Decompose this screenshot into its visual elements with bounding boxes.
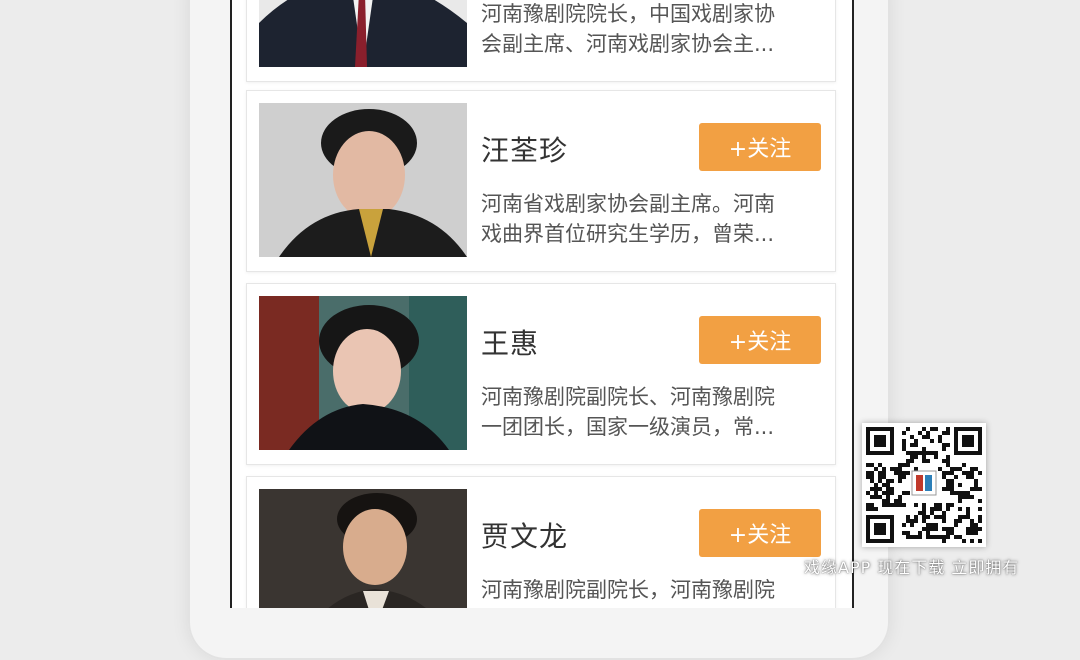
artist-desc-line: 河南省戏剧家协会副主席。河南 (481, 192, 775, 216)
follow-button[interactable]: +关注 (699, 123, 821, 171)
opera-mask-icon (911, 470, 937, 496)
artist-photo (259, 296, 467, 450)
artist-name: 贾文龙 (481, 520, 569, 553)
artist-desc-line: 河南豫剧院副院长，河南豫剧院 (481, 578, 775, 602)
qr-code (862, 423, 986, 547)
artist-name: 王惠 (481, 327, 540, 360)
list-item[interactable]: 贾文龙 +关注 河南豫剧院副院长，河南豫剧院 (246, 476, 836, 608)
follow-button[interactable]: +关注 (699, 316, 821, 364)
artist-desc-line: 一团团长，国家一级演员，常... (481, 415, 775, 439)
promo-watermark: 戏缘APP 现在下载 立即拥有 (804, 558, 1020, 577)
artist-name: 汪荃珍 (481, 134, 569, 167)
list-item[interactable]: 河南豫剧院院长，中国戏剧家协 会副主席、河南戏剧家协会主... (246, 0, 836, 82)
app-screen: 河南豫剧院院长，中国戏剧家协 会副主席、河南戏剧家协会主... 汪荃珍 +关注 … (230, 0, 854, 608)
artist-photo (259, 489, 467, 608)
artist-photo (259, 103, 467, 257)
artist-photo (259, 0, 467, 67)
artist-desc-line: 河南豫剧院副院长、河南豫剧院 (481, 385, 775, 409)
follow-button[interactable]: +关注 (699, 509, 821, 557)
artist-desc-line: 戏曲界首位研究生学历，曾荣... (481, 222, 775, 246)
artist-desc-line: 会副主席、河南戏剧家协会主... (481, 32, 775, 56)
artist-desc-line: 河南豫剧院院长，中国戏剧家协 (481, 2, 775, 26)
list-item[interactable]: 王惠 +关注 河南豫剧院副院长、河南豫剧院 一团团长，国家一级演员，常... (246, 283, 836, 465)
list-item[interactable]: 汪荃珍 +关注 河南省戏剧家协会副主席。河南 戏曲界首位研究生学历，曾荣... (246, 90, 836, 272)
